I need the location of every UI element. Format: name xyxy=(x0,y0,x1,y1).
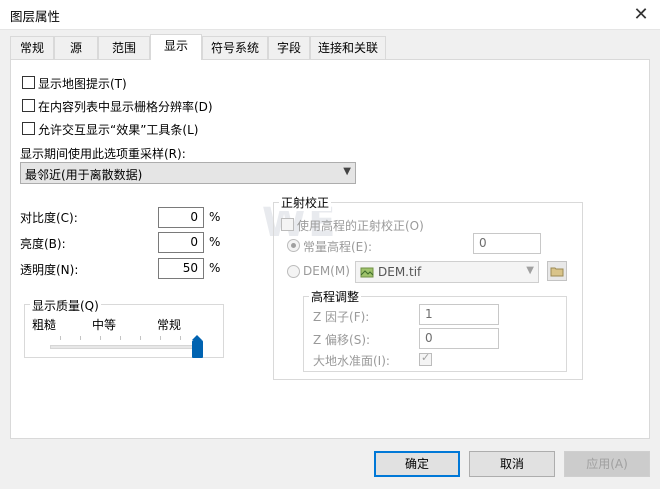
quality-label-coarse: 粗糙 xyxy=(32,318,57,332)
close-icon[interactable]: ✕ xyxy=(630,4,652,26)
contrast-label: 对比度(C): xyxy=(20,211,78,225)
resample-dropdown[interactable]: 最邻近(用于离散数据) ▼ xyxy=(20,162,356,184)
brightness-input[interactable]: 0 xyxy=(158,232,204,253)
z-factor-input[interactable]: 1 xyxy=(419,304,499,325)
brightness-unit: % xyxy=(209,235,221,249)
tab-source[interactable]: 源 xyxy=(54,36,98,59)
window-title: 图层属性 xyxy=(10,9,61,24)
dem-selected-file: DEM.tif xyxy=(378,265,422,279)
allow-effects-toolbar-label: 允许交互显示“效果”工具条(L) xyxy=(38,123,199,137)
cancel-button[interactable]: 取消 xyxy=(469,451,555,477)
brightness-label: 亮度(B): xyxy=(20,237,66,251)
dem-radio[interactable] xyxy=(287,265,300,278)
slider-tick xyxy=(180,336,181,340)
tab-extent[interactable]: 范围 xyxy=(98,36,150,59)
z-offset-label: Z 偏移(S): xyxy=(313,333,371,347)
transparency-unit: % xyxy=(209,261,221,275)
contrast-input[interactable]: 0 xyxy=(158,207,204,228)
tab-symbology[interactable]: 符号系统 xyxy=(202,36,268,59)
raster-dataset-icon xyxy=(360,265,374,279)
use-elevation-checkbox[interactable] xyxy=(281,218,294,231)
transparency-input[interactable]: 50 xyxy=(158,258,204,279)
quality-slider-thumb[interactable] xyxy=(192,335,203,358)
tab-display[interactable]: 显示 xyxy=(150,34,202,60)
constant-elevation-label: 常量高程(E): xyxy=(303,240,372,254)
dem-label: DEM(M) xyxy=(303,264,350,278)
dem-file-dropdown[interactable]: DEM.tif ▼ xyxy=(355,261,539,283)
slider-tick xyxy=(100,336,101,340)
chevron-down-icon: ▼ xyxy=(526,265,534,276)
show-map-tips-checkbox[interactable] xyxy=(22,76,35,89)
orthorectification-title: 正射校正 xyxy=(279,194,332,211)
use-elevation-label: 使用高程的正射校正(O) xyxy=(297,219,424,233)
tab-bar: 常规 源 范围 显示 符号系统 字段 连接和关联 xyxy=(10,34,650,60)
tab-general[interactable]: 常规 xyxy=(10,36,54,59)
quality-label-normal: 常规 xyxy=(157,318,182,332)
elevation-adjust-title: 高程调整 xyxy=(309,288,362,305)
z-factor-label: Z 因子(F): xyxy=(313,310,370,324)
slider-tick xyxy=(160,336,161,340)
chevron-down-icon: ▼ xyxy=(343,166,351,177)
display-quality-title: 显示质量(Q) xyxy=(30,297,101,314)
constant-elevation-radio[interactable] xyxy=(287,239,300,252)
show-map-tips-label: 显示地图提示(T) xyxy=(38,77,127,91)
tab-joins-relates[interactable]: 连接和关联 xyxy=(310,36,386,59)
title-bar xyxy=(0,0,660,30)
slider-tick xyxy=(80,336,81,340)
resample-selected-value: 最邻近(用于离散数据) xyxy=(25,168,143,182)
show-raster-resolution-checkbox[interactable] xyxy=(22,99,35,112)
quality-slider-track[interactable] xyxy=(50,345,200,349)
geoid-label: 大地水准面(I): xyxy=(313,354,390,368)
apply-button[interactable]: 应用(A) xyxy=(564,451,650,477)
z-offset-input[interactable]: 0 xyxy=(419,328,499,349)
open-folder-icon[interactable] xyxy=(547,261,567,281)
tab-fields[interactable]: 字段 xyxy=(268,36,310,59)
ok-button[interactable]: 确定 xyxy=(374,451,460,477)
contrast-unit: % xyxy=(209,210,221,224)
slider-tick xyxy=(120,336,121,340)
constant-elevation-input[interactable]: 0 xyxy=(473,233,541,254)
slider-tick xyxy=(140,336,141,340)
transparency-label: 透明度(N): xyxy=(20,263,79,277)
geoid-checkbox[interactable] xyxy=(419,351,432,366)
resample-label: 显示期间使用此选项重采样(R): xyxy=(20,147,186,161)
slider-tick xyxy=(60,336,61,340)
show-raster-resolution-label: 在内容列表中显示栅格分辨率(D) xyxy=(38,100,213,114)
allow-effects-toolbar-checkbox[interactable] xyxy=(22,122,35,135)
quality-label-medium: 中等 xyxy=(92,318,117,332)
